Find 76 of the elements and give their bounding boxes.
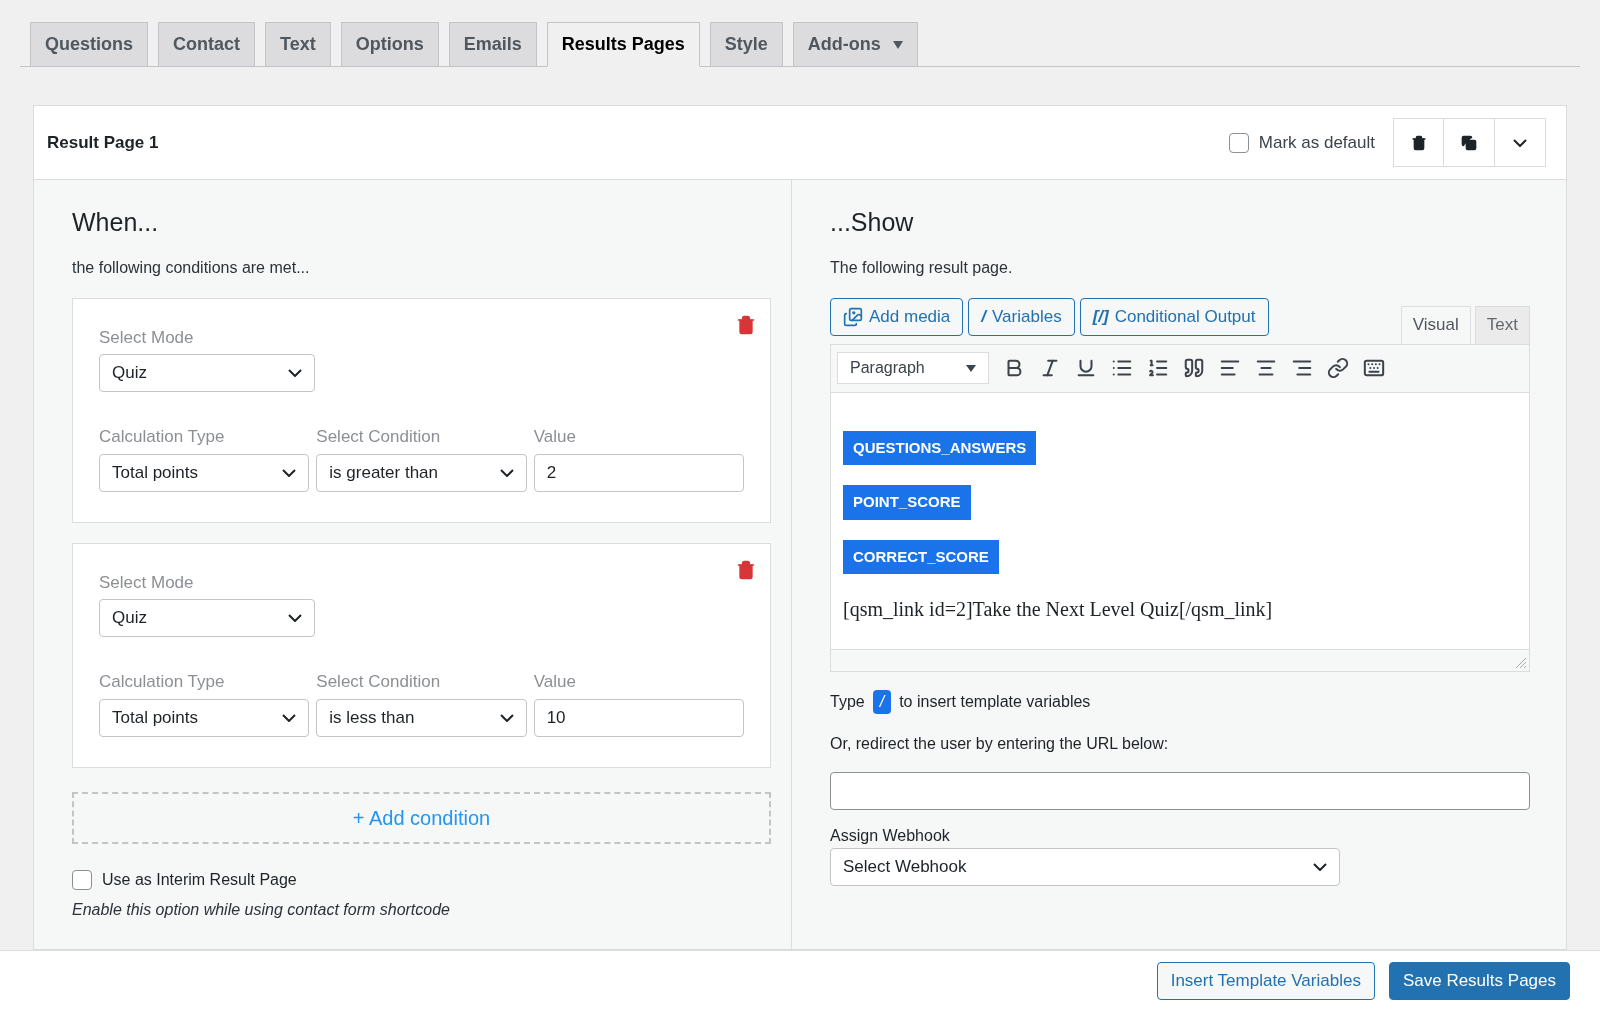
- field-label: Value: [533, 426, 577, 448]
- duplicate-button[interactable]: [1444, 118, 1495, 167]
- field-label: Select Mode: [99, 571, 195, 594]
- hint-text: to insert template variables: [899, 691, 1091, 712]
- link-icon[interactable]: [1327, 357, 1349, 379]
- redirect-label: Or, redirect the user by entering the URL below:: [830, 733, 1170, 754]
- copy-icon: [1461, 134, 1477, 151]
- field-label: Select Condition: [316, 426, 442, 448]
- result-page-title: Result Page 1: [47, 131, 159, 154]
- calculation-select[interactable]: Total points: [99, 698, 310, 737]
- editor-content: [qsm_link id=2]Take the Next Level Quiz[/qsm_link]: [843, 597, 1274, 623]
- chevron-down-icon: [1313, 862, 1327, 871]
- checkbox[interactable]: [1228, 132, 1249, 153]
- delete-icon[interactable]: [736, 314, 756, 335]
- checkbox-label: Use as Interim Result Page: [102, 869, 297, 890]
- chevron-down-icon: [499, 713, 514, 722]
- section-heading: ...Show: [830, 207, 915, 238]
- tab[interactable]: Style: [709, 22, 783, 67]
- resize-handle-icon[interactable]: [1516, 657, 1526, 668]
- editor-tab[interactable]: Text: [1474, 305, 1530, 344]
- field-label: Select Condition: [316, 671, 442, 693]
- mode-select[interactable]: Quiz: [99, 354, 315, 392]
- delete-icon[interactable]: [736, 559, 756, 580]
- tab[interactable]: Add-ons: [792, 22, 918, 67]
- media-icon: [843, 306, 863, 327]
- save-button[interactable]: Save Results Pages: [1388, 962, 1570, 1000]
- media-button[interactable]: [/] Conditional Output: [1079, 297, 1269, 336]
- section-heading: When...: [72, 207, 160, 238]
- checkbox[interactable]: [72, 869, 92, 890]
- condition-select[interactable]: is less than: [316, 698, 527, 737]
- caret-icon: [966, 364, 976, 372]
- tab[interactable]: Contact: [158, 22, 255, 67]
- editor-tab[interactable]: Visual: [1400, 305, 1471, 344]
- key-badge: /: [872, 689, 892, 714]
- variable-tag: QUESTIONS_ANSWERS: [843, 430, 1037, 465]
- chevron-down-icon: [1513, 138, 1527, 147]
- variable-tag: POINT_SCORE: [843, 485, 971, 520]
- section-subtitle: the following conditions are met...: [72, 257, 311, 278]
- keyboard-icon[interactable]: [1363, 357, 1385, 379]
- mode-select[interactable]: Quiz: [99, 599, 315, 637]
- add-condition-button[interactable]: + Add condition: [72, 791, 771, 844]
- hint-text: Enable this option while using contact form shortcode: [72, 899, 451, 920]
- section-subtitle: The following result page.: [830, 257, 1014, 278]
- tab[interactable]: Results Pages: [546, 22, 700, 67]
- field-label: Select Mode: [99, 326, 195, 349]
- field-label: Calculation Type: [99, 671, 226, 693]
- trash-icon: [1410, 134, 1427, 151]
- webhook-label: Assign Webhook: [830, 825, 951, 846]
- chevron-down-icon: [282, 468, 297, 477]
- condition-select[interactable]: is greater than: [316, 453, 527, 492]
- value-field[interactable]: 2: [533, 453, 744, 492]
- underline-icon[interactable]: [1075, 357, 1097, 379]
- value-field[interactable]: 10: [533, 698, 744, 737]
- tab[interactable]: Emails: [448, 22, 537, 67]
- insert-variables-button[interactable]: Insert Template Variables: [1156, 962, 1375, 1000]
- tab[interactable]: Options: [340, 22, 439, 67]
- hint-text: Type: [830, 691, 865, 712]
- field-label: Value: [533, 671, 577, 693]
- tab[interactable]: Text: [265, 22, 331, 67]
- url-field[interactable]: [830, 771, 1530, 810]
- numbered-list-icon[interactable]: [1147, 357, 1169, 379]
- chevron-down-icon: [282, 713, 297, 722]
- tab[interactable]: Questions: [30, 22, 148, 67]
- media-button[interactable]: Add media: [830, 297, 964, 336]
- webhook-select[interactable]: Select Webhook: [830, 847, 1340, 886]
- chevron-down-icon: [499, 468, 514, 477]
- format-select[interactable]: Paragraph: [837, 352, 989, 384]
- chevron-down-icon: [288, 614, 302, 622]
- quote-icon[interactable]: [1183, 357, 1205, 379]
- calculation-select[interactable]: Total points: [99, 453, 310, 492]
- chevron-down-icon: [288, 369, 302, 377]
- field-label: Calculation Type: [99, 426, 226, 448]
- checkbox-label: Mark as default: [1258, 131, 1375, 154]
- media-button[interactable]: / Variables: [968, 297, 1075, 336]
- variable-tag: CORRECT_SCORE: [843, 539, 999, 574]
- delete-button[interactable]: [1393, 118, 1444, 167]
